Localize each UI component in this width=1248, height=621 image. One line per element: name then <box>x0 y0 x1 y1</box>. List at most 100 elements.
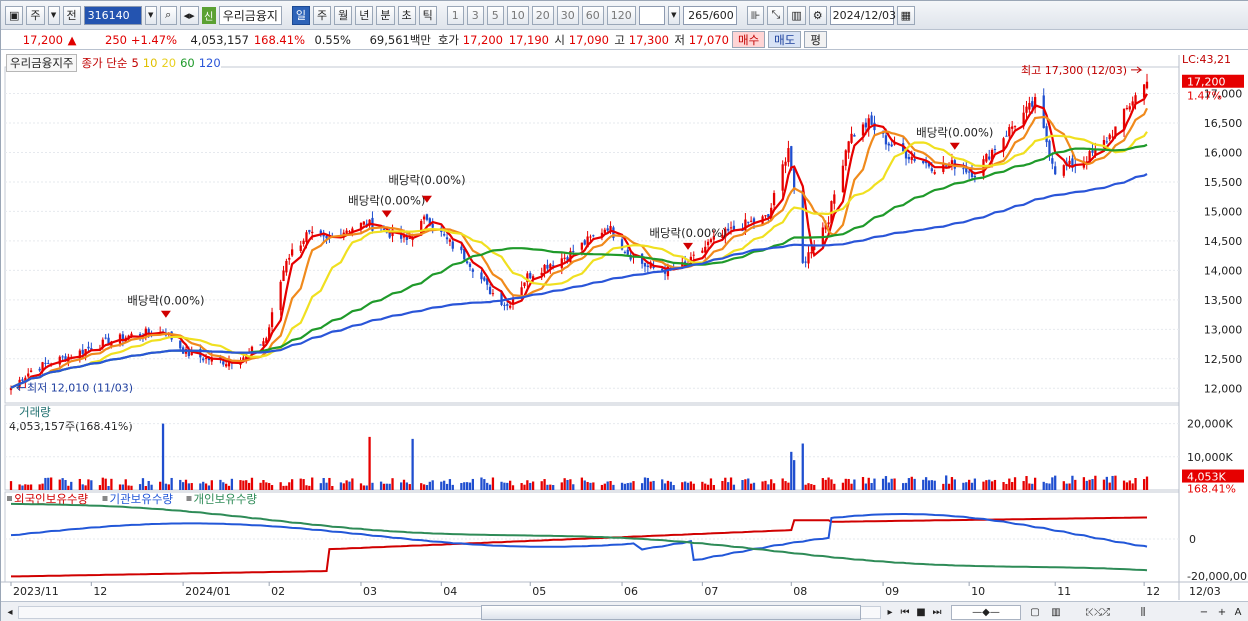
period-day[interactable]: 일 <box>291 5 311 25</box>
volume-bar <box>727 482 730 490</box>
volume-bar <box>1091 479 1094 490</box>
volume-bar <box>305 485 308 490</box>
volume-bar <box>81 484 84 490</box>
indicator-icon[interactable]: ⤡ <box>767 5 785 25</box>
candle-body <box>962 168 965 170</box>
zoom-in-icon[interactable]: + <box>1215 605 1229 620</box>
volume-bar <box>741 480 744 490</box>
candle-body <box>643 262 647 267</box>
font-size-icon[interactable]: A <box>1231 605 1245 620</box>
window-menu-icon[interactable]: ▣ <box>5 5 24 25</box>
volume-bar <box>962 482 965 490</box>
interval-1[interactable]: 1 <box>446 5 464 25</box>
period-minute[interactable]: 분 <box>376 5 395 25</box>
candle-body <box>603 229 606 233</box>
interval-10[interactable]: 10 <box>506 5 529 25</box>
candle-body <box>1011 126 1014 129</box>
x-tick-label: 06 <box>624 585 638 598</box>
zoom-fit-icon[interactable]: ▢ <box>1026 605 1044 620</box>
tools-icon[interactable]: ▥ <box>787 5 806 25</box>
holdings-legend-swatch <box>7 496 12 501</box>
volume-bar <box>58 479 61 490</box>
date-input[interactable]: 2024/12/03 <box>829 5 896 25</box>
candle-body <box>870 115 873 125</box>
legend-ma5[interactable]: 5 <box>131 56 138 70</box>
sell-button[interactable]: 매도 <box>768 31 802 48</box>
calendar-icon[interactable]: ▦ <box>896 5 916 25</box>
zoom-slider[interactable]: —◆— <box>951 605 1021 620</box>
volume-bar <box>179 479 182 490</box>
volume-bar <box>279 482 282 490</box>
period-second[interactable]: 초 <box>397 5 416 25</box>
scroll-left-icon[interactable]: ◂ <box>5 605 15 620</box>
volume-bar <box>612 484 615 490</box>
interval-5[interactable]: 5 <box>486 5 504 25</box>
scroll-thumb[interactable] <box>481 605 861 620</box>
quote-change: 250 <box>105 32 127 47</box>
volume-bar <box>402 479 406 490</box>
interval-20[interactable]: 20 <box>531 5 554 25</box>
candle-body <box>543 264 546 272</box>
speaker-icon[interactable]: ◂▸ <box>179 5 199 25</box>
price-chart[interactable]: 17,00016,50016,00015,50015,00014,50014,0… <box>1 50 1248 601</box>
market-dropdown-icon[interactable]: ▼ <box>47 5 60 25</box>
candle-body <box>448 239 452 242</box>
legend-ma10[interactable]: 10 <box>143 56 158 70</box>
candle-body <box>325 236 328 239</box>
volume-bar <box>483 479 486 490</box>
period-month[interactable]: 월 <box>334 5 353 25</box>
chart-scrollbar[interactable]: ◂ ▸ ⏮ ■ ⏭ —◆— ▢ ▥ ⤪⤯⤮ ⫼ − + A <box>1 601 1248 621</box>
interval-dropdown-icon[interactable]: ▼ <box>667 5 680 25</box>
volume-bar <box>308 485 311 490</box>
type-select[interactable]: 전 <box>62 5 81 25</box>
interval-120[interactable]: 120 <box>606 5 636 25</box>
first-page-icon[interactable]: ⏮ <box>898 605 912 620</box>
legend-ma60[interactable]: 60 <box>180 56 195 70</box>
volume-bar <box>247 482 251 490</box>
stock-code-input[interactable]: 316140 <box>83 5 142 25</box>
legend-ma20[interactable]: 20 <box>161 56 176 70</box>
volume-bar <box>1071 475 1074 490</box>
period-tick[interactable]: 틱 <box>418 5 437 25</box>
custom-interval-input[interactable] <box>638 5 665 25</box>
period-year[interactable]: 년 <box>355 5 374 25</box>
interval-3[interactable]: 3 <box>466 5 484 25</box>
period-week[interactable]: 주 <box>313 5 332 25</box>
period-icon[interactable]: ⫼ <box>1133 605 1153 620</box>
scroll-right-icon[interactable]: ▸ <box>884 605 896 620</box>
interval-30[interactable]: 30 <box>556 5 579 25</box>
candle-body <box>204 357 208 359</box>
count-input[interactable]: 265/600 <box>682 5 737 25</box>
legend-ma120[interactable]: 120 <box>199 56 221 70</box>
candle-body <box>546 264 549 269</box>
stop-icon[interactable]: ■ <box>914 605 928 620</box>
volume-bar <box>468 482 472 490</box>
volume-bar <box>50 477 53 490</box>
volume-bar <box>827 477 830 490</box>
zoom-out-icon[interactable]: − <box>1197 605 1211 620</box>
interval-60[interactable]: 60 <box>581 5 604 25</box>
legend-stock-name: 우리금융지주 <box>6 54 78 72</box>
volume-bar <box>606 481 609 490</box>
next-page-icon[interactable]: ⏭ <box>930 605 944 620</box>
settings-gear-icon[interactable]: ⚙ <box>808 5 827 25</box>
evaluation-button[interactable]: 평 <box>804 31 827 48</box>
market-select[interactable]: 주 <box>26 5 45 25</box>
volume-bar <box>609 481 612 490</box>
volume-bar <box>379 481 383 490</box>
volume-bar <box>268 483 271 490</box>
candle-type-icon[interactable]: ⊪ <box>746 5 765 25</box>
candle-body <box>993 149 997 151</box>
candle-body <box>425 214 429 220</box>
chart-tools-icon[interactable]: ⤪⤯⤮ <box>1068 605 1128 620</box>
volume-bar <box>844 478 847 490</box>
volume-bar <box>1131 483 1134 490</box>
search-icon[interactable]: ⌕ <box>159 5 177 25</box>
code-dropdown-icon[interactable]: ▼ <box>144 5 157 25</box>
candle-body <box>589 236 592 238</box>
candle-body <box>706 241 710 246</box>
candle-body <box>729 227 733 229</box>
split-icon[interactable]: ▥ <box>1047 605 1065 620</box>
volume-bar <box>847 478 850 490</box>
buy-button[interactable]: 매수 <box>732 31 766 48</box>
